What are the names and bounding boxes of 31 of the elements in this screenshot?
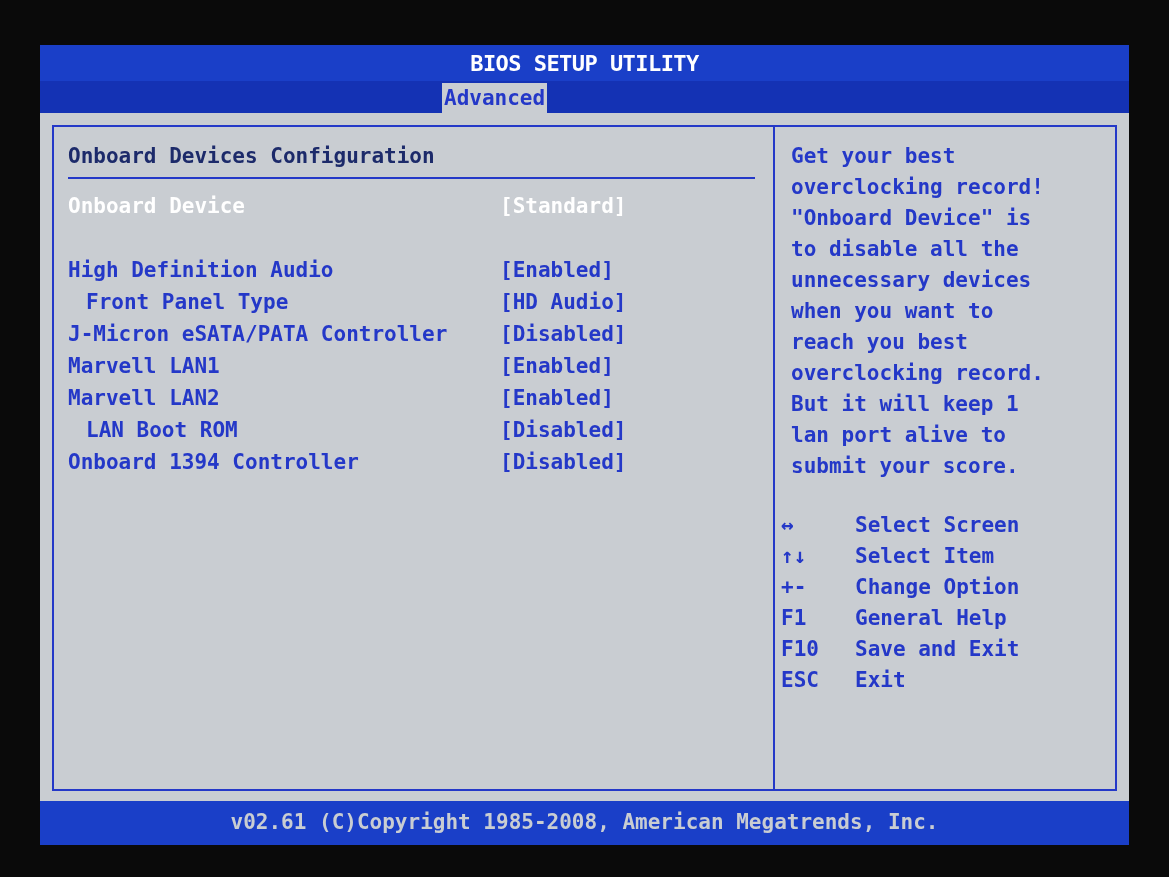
setting-value[interactable]: [Disabled]	[500, 447, 627, 479]
setting-value[interactable]: [Enabled]	[500, 383, 614, 415]
setting-value[interactable]: [HD Audio]	[500, 287, 627, 319]
copyright-text: v02.61 (C)Copyright 1985-2008, American Megatrends, Inc.	[230, 809, 939, 837]
key-action: Select Screen	[855, 511, 1020, 539]
key-label: ↔	[781, 511, 795, 539]
key-action: Exit	[855, 666, 906, 694]
key-label: ESC	[781, 666, 820, 694]
key-action: Select Item	[855, 542, 995, 570]
setting-label[interactable]: Onboard 1394 Controller	[68, 447, 500, 479]
key-label: +-	[781, 573, 808, 601]
section-title: Onboard Devices Configuration	[68, 143, 436, 170]
key-label: F10	[781, 635, 820, 663]
setting-label[interactable]: Marvell LAN2	[68, 383, 500, 415]
key-action: General Help	[855, 604, 1007, 632]
key-action: Save and Exit	[855, 635, 1020, 663]
setting-value[interactable]: [Enabled]	[500, 255, 614, 287]
key-label: ↑↓	[781, 542, 808, 570]
setting-label[interactable]: High Definition Audio	[68, 255, 500, 287]
tab[interactable]: Advanced	[442, 83, 548, 113]
setting-label[interactable]: Front Panel Type	[68, 287, 500, 319]
setting-value[interactable]: [Disabled]	[500, 415, 627, 447]
setting-label[interactable]: LAN Boot ROM	[68, 415, 500, 447]
window-title: BIOS SETUP UTILITY	[470, 49, 699, 78]
help-text: Get your best overclocking record! "Onboard Device" is to disable all the unnecessary devices when you want to reach you best overclocking record. But it will keep 1 lan port alive to submit your score.	[791, 143, 1045, 480]
setting-value[interactable]: [Enabled]	[500, 351, 614, 383]
key-action: Change Option	[855, 573, 1020, 601]
setting-label[interactable]: J-Micron eSATA/PATA Controller	[68, 319, 500, 351]
setting-value[interactable]: [Disabled]	[500, 319, 627, 351]
key-label: F1	[781, 604, 808, 632]
setting-label[interactable]: Marvell LAN1	[68, 351, 500, 383]
